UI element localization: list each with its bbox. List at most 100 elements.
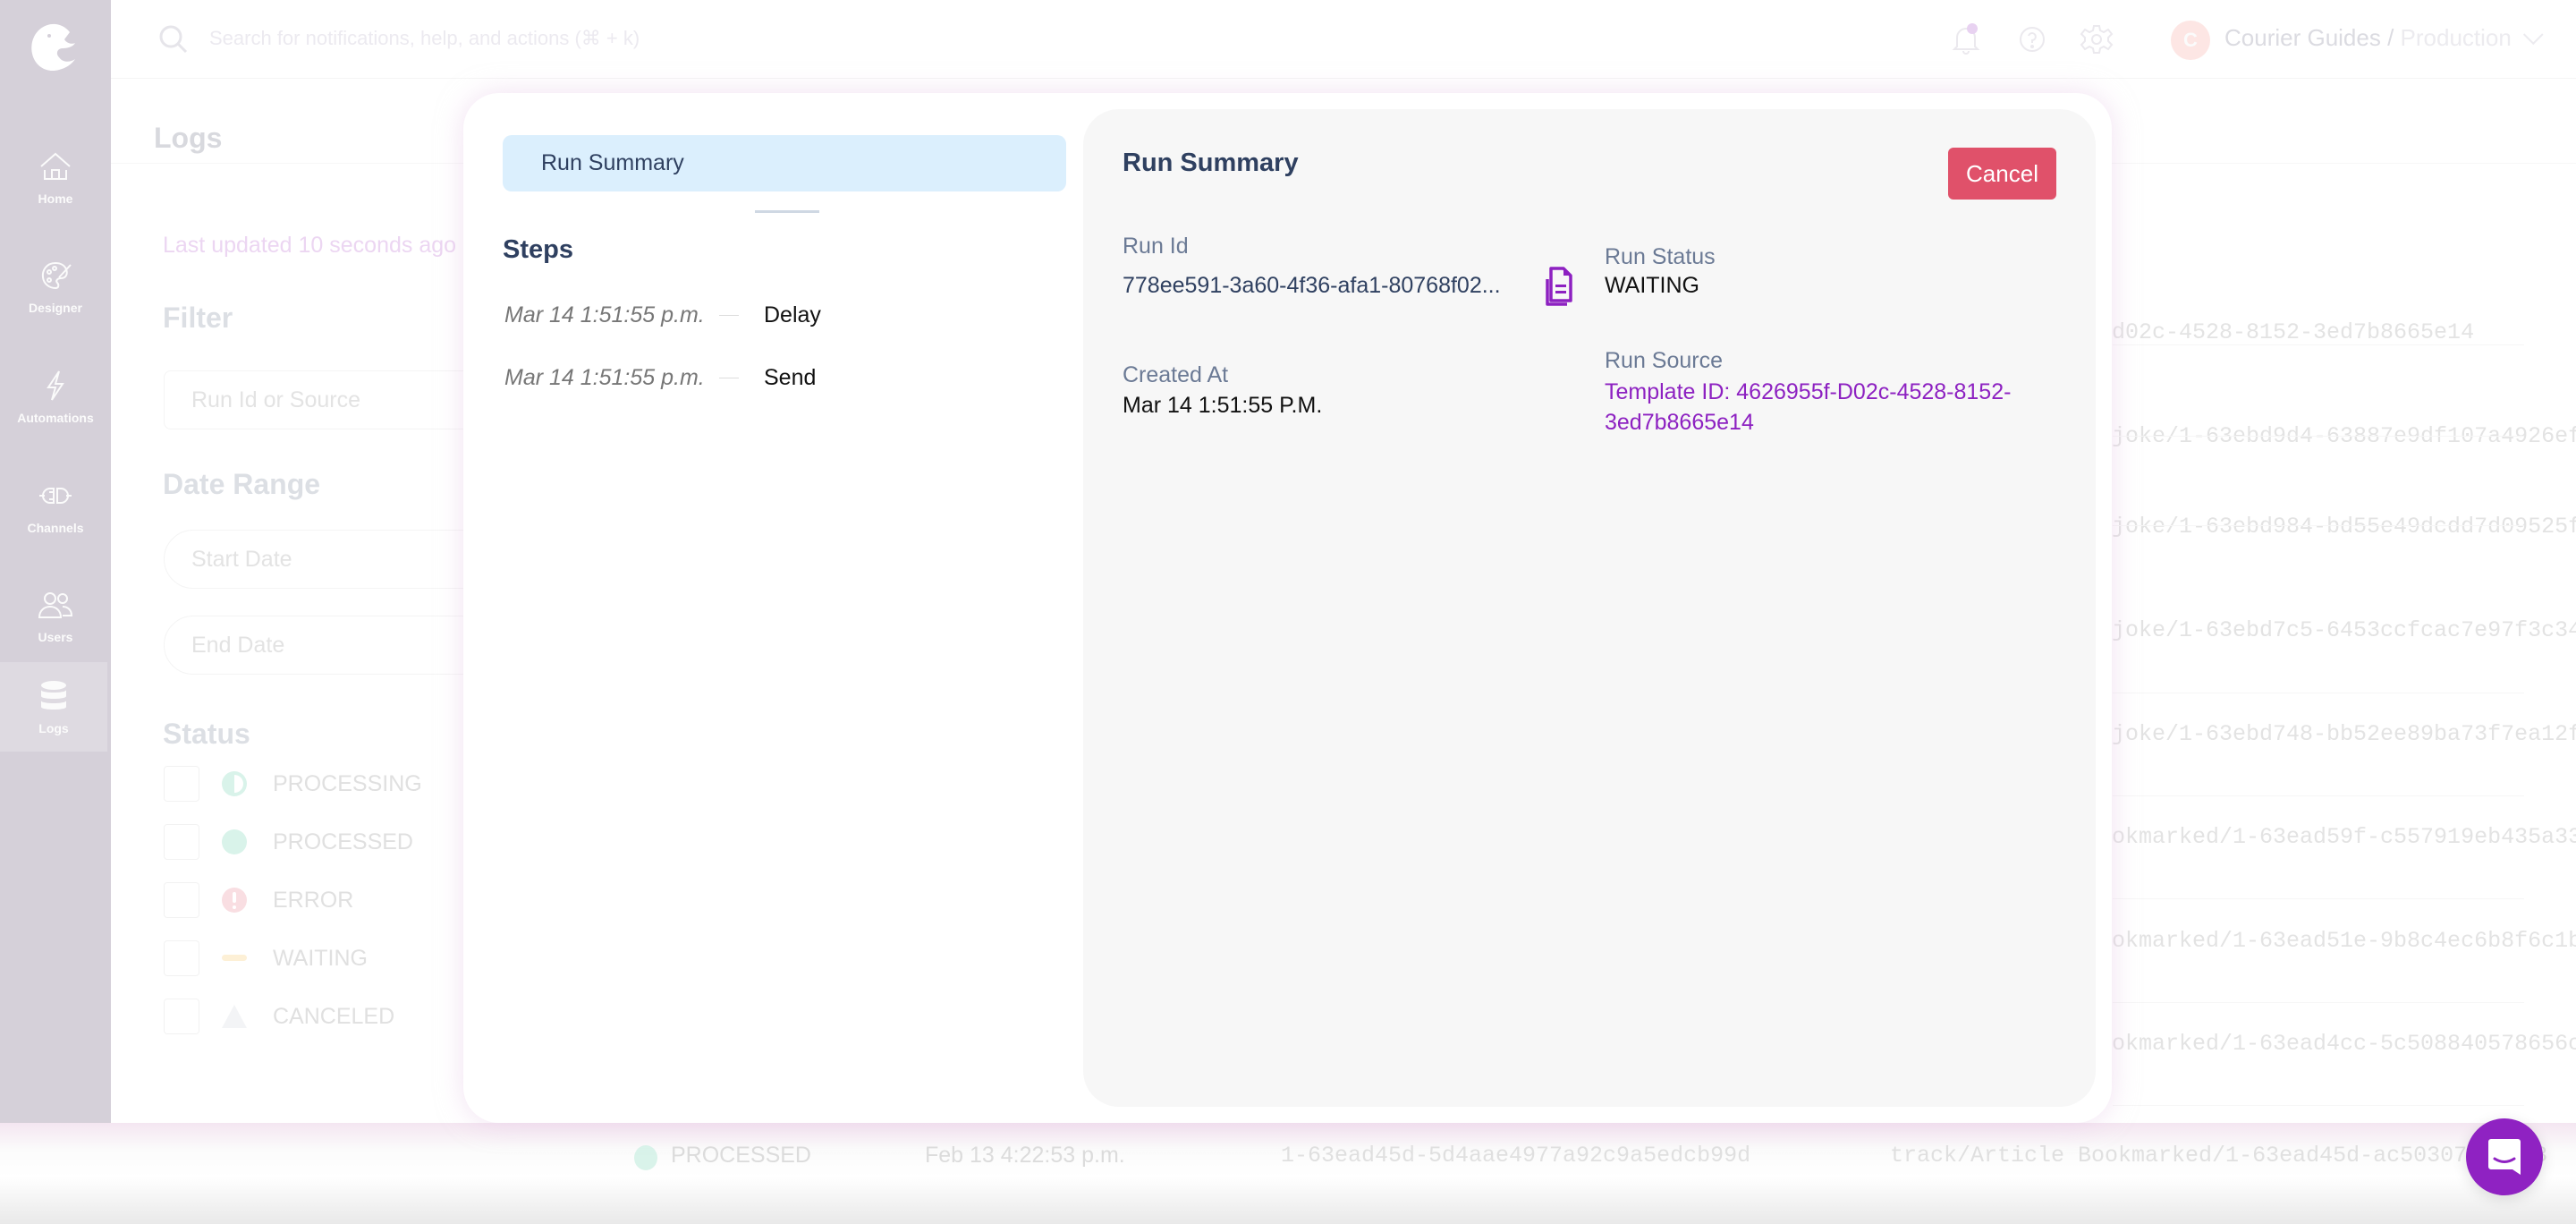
run-summary-panel: Run Summary Cancel Run Id 778ee591-3a60-… — [1083, 109, 2096, 1107]
plug-icon — [39, 488, 72, 504]
home-icon — [40, 152, 71, 180]
database-icon — [41, 681, 66, 710]
row-run-id: 1-63ead45d-5d4aae4977a92c9a5edcb99d — [1281, 1143, 1751, 1169]
status-option-processing[interactable]: PROCESSING — [164, 766, 422, 802]
filled-circle-icon — [222, 829, 247, 854]
step-time: Mar 14 1:51:55 p.m. — [504, 364, 705, 390]
run-status-value: WAITING — [1605, 273, 1700, 298]
gear-icon[interactable] — [2079, 21, 2114, 57]
created-at-value: Mar 14 1:51:55 P.M. — [1123, 393, 1323, 418]
run-summary-title: Run Summary — [1123, 149, 1299, 177]
status-checkbox[interactable] — [164, 999, 199, 1034]
sidebar-item-users[interactable]: Users — [0, 571, 111, 660]
sidebar-item-designer[interactable]: Designer — [0, 242, 111, 331]
status-label: WAITING — [273, 945, 369, 971]
table-row-divider — [2113, 795, 2524, 796]
run-id-value: 778ee591-3a60-4f36-afa1-80768f02... — [1123, 273, 1501, 298]
table-row-divider — [2113, 898, 2524, 899]
triangle-icon — [222, 1005, 247, 1028]
status-label: ERROR — [273, 887, 354, 913]
copy-icon[interactable] — [1544, 267, 1574, 308]
processed-status-icon — [634, 1145, 657, 1170]
table-row-source[interactable]: joke/1-63ebd7c5-6453ccfcac7e97f3c34 — [2112, 617, 2576, 643]
bell-icon[interactable] — [1948, 21, 1984, 57]
table-row-divider — [2113, 1002, 2524, 1003]
step-time: Mar 14 1:51:55 p.m. — [504, 302, 705, 327]
chat-icon — [2488, 1139, 2521, 1175]
page-title: Logs — [154, 122, 223, 154]
sidebar-item-label: Automations — [17, 411, 94, 425]
row-source: track/Article Bookmarked/1-63ead45d-ac50… — [1890, 1143, 2548, 1169]
help-icon[interactable] — [2014, 21, 2050, 57]
step-connector — [719, 314, 739, 316]
status-checkbox[interactable] — [164, 882, 199, 918]
search-icon — [159, 25, 188, 54]
half-circle-icon — [222, 771, 247, 796]
run-status-label: Run Status — [1605, 244, 1716, 269]
status-checkbox[interactable] — [164, 940, 199, 976]
status-option-waiting[interactable]: WAITING — [164, 940, 368, 976]
table-row-divider — [2113, 344, 2524, 345]
app-root: Home Designer Automations Channels Users… — [0, 0, 2576, 1224]
step-item-send[interactable]: Mar 14 1:51:55 p.m. Send — [504, 362, 816, 393]
users-icon — [38, 592, 73, 618]
steps-title: Steps — [503, 235, 573, 264]
sidebar-item-logs[interactable]: Logs — [0, 662, 107, 752]
step-name: Send — [764, 364, 817, 390]
status-label: PROCESSED — [273, 829, 413, 854]
run-source-label: Run Source — [1605, 348, 1724, 373]
sidebar-item-automations[interactable]: Automations — [0, 352, 111, 441]
row-date: Feb 13 4:22:53 p.m. — [925, 1143, 1125, 1168]
workspace-avatar[interactable]: C — [2171, 21, 2210, 60]
step-name: Delay — [764, 302, 821, 327]
workspace-separator: / — [2380, 24, 2401, 51]
date-range-title: Date Range — [163, 468, 321, 500]
courier-logo-icon[interactable] — [25, 18, 84, 77]
environment-name: Production — [2400, 24, 2512, 51]
global-search-input[interactable]: Search for notifications, help, and acti… — [209, 27, 640, 50]
table-row-divider — [2113, 1105, 2524, 1106]
error-icon — [222, 888, 247, 913]
filter-title: Filter — [163, 302, 233, 334]
sidebar: Home Designer Automations Channels Users… — [0, 0, 111, 1224]
status-label: CANCELED — [273, 1003, 395, 1029]
status-option-processed[interactable]: PROCESSED — [164, 824, 413, 860]
sidebar-item-label: Logs — [38, 721, 69, 735]
status-checkbox[interactable] — [164, 766, 199, 802]
palette-icon — [41, 261, 72, 290]
table-row-source[interactable]: joke/1-63ebd984-bd55e49dcdd7d09525f — [2112, 514, 2576, 540]
table-row-source[interactable]: d02c-4528-8152-3ed7b8665e14 — [2112, 319, 2474, 345]
step-item-delay[interactable]: Mar 14 1:51:55 p.m. Delay — [504, 300, 821, 330]
created-at-label: Created At — [1123, 362, 1229, 387]
sidebar-item-label: Home — [38, 191, 73, 206]
tab-run-summary[interactable]: Run Summary — [503, 135, 1066, 191]
table-row-divider — [2113, 436, 2524, 437]
status-title: Status — [163, 718, 250, 750]
table-row-source[interactable]: okmarked/1-63ead4cc-5c508840578656c — [2112, 1031, 2576, 1057]
run-source-link[interactable]: Template ID: 4626955f-D02c-4528-8152-3ed… — [1605, 377, 2070, 438]
sidebar-item-label: Users — [38, 630, 73, 644]
workspace-switcher[interactable]: Courier Guides / Production — [2224, 24, 2544, 52]
topbar: Search for notifications, help, and acti… — [111, 0, 2576, 79]
table-row-source[interactable]: okmarked/1-63ead51e-9b8c4ec6b8f6c1b — [2112, 928, 2576, 954]
sidebar-item-channels[interactable]: Channels — [0, 462, 111, 551]
lightning-icon — [47, 370, 64, 401]
chat-launcher-button[interactable] — [2466, 1118, 2543, 1195]
sidebar-item-label: Designer — [29, 301, 82, 315]
table-row-divider — [2113, 525, 2524, 526]
table-row[interactable]: PROCESSED Feb 13 4:22:53 p.m. 1-63ead45d… — [0, 1123, 2576, 1224]
status-label: PROCESSING — [273, 770, 422, 796]
status-checkbox[interactable] — [164, 824, 199, 860]
sidebar-item-home[interactable]: Home — [0, 132, 111, 222]
status-option-error[interactable]: ERROR — [164, 882, 353, 918]
chevron-down-icon — [2522, 24, 2544, 46]
table-row-source[interactable]: okmarked/1-63ead59f-c557919eb435a33 — [2112, 824, 2576, 850]
cancel-run-button[interactable]: Cancel — [1948, 148, 2056, 200]
run-detail-modal: Run Summary Steps Mar 14 1:51:55 p.m. De… — [463, 93, 2112, 1123]
run-id-label: Run Id — [1123, 234, 1189, 259]
workspace-name: Courier Guides — [2224, 24, 2381, 51]
sidebar-item-label: Channels — [27, 521, 84, 535]
status-option-canceled[interactable]: CANCELED — [164, 999, 394, 1034]
table-row-source[interactable]: joke/1-63ebd748-bb52ee89ba73f7ea12f — [2112, 721, 2576, 747]
tab-divider — [755, 210, 819, 213]
